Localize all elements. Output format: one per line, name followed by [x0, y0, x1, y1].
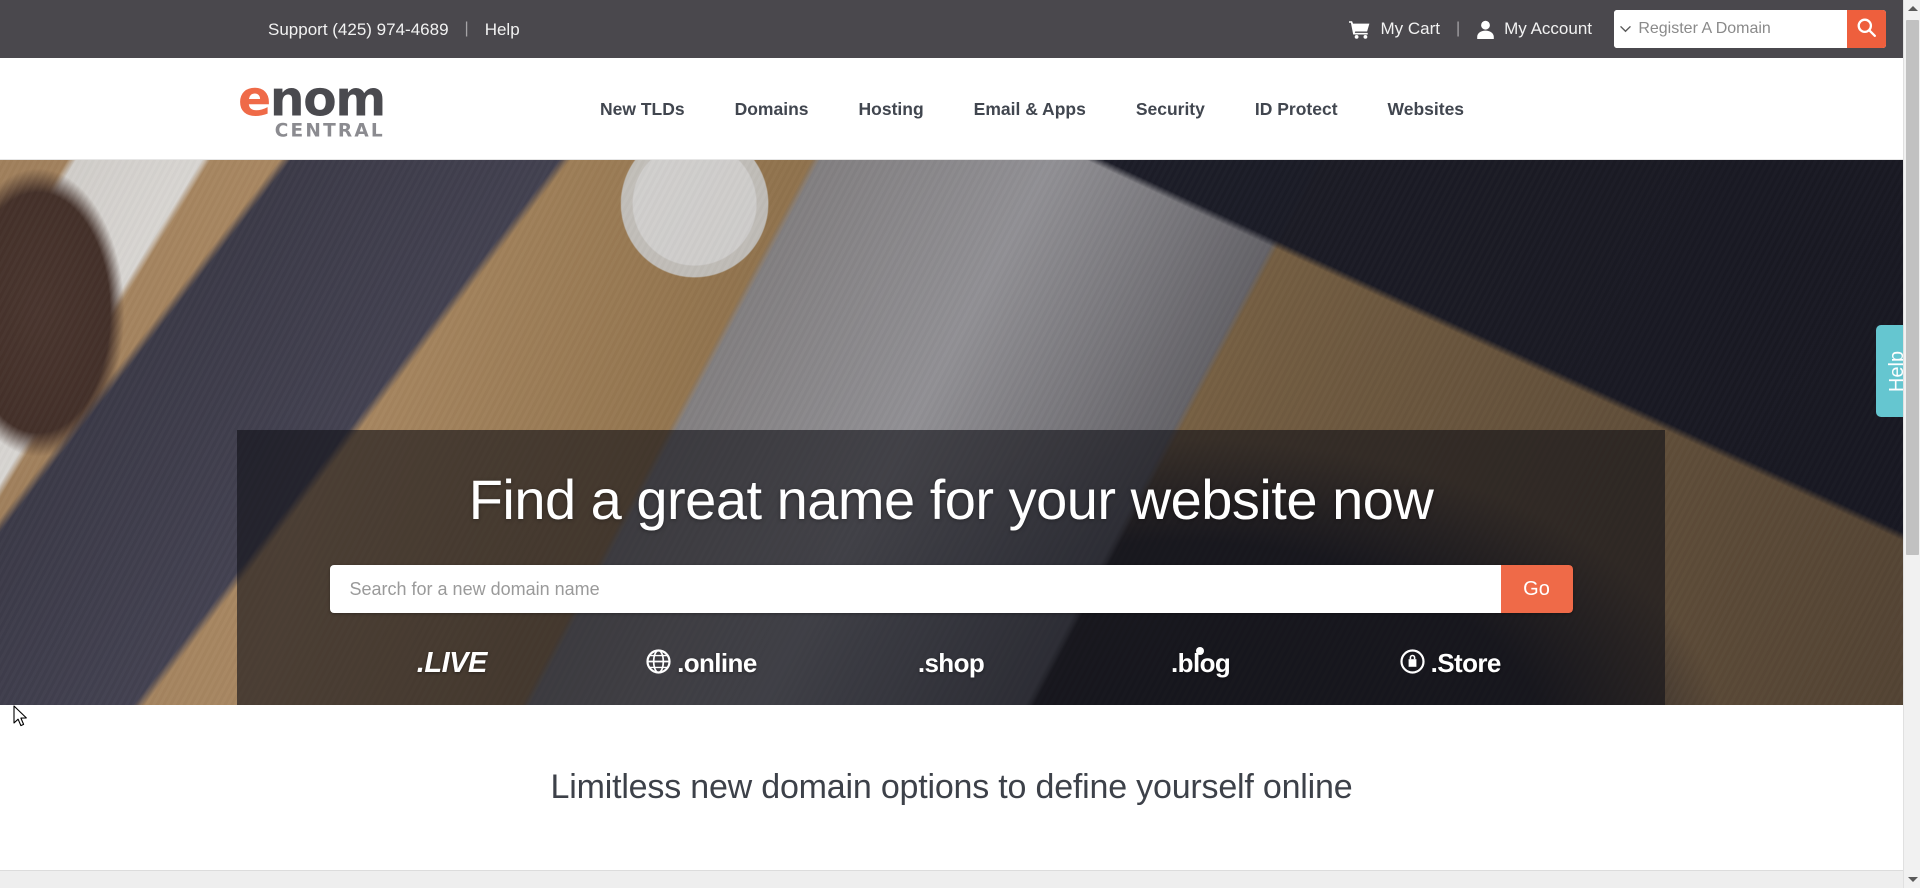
hero-overlay-panel: Find a great name for your website now G…: [237, 430, 1665, 705]
tld-item-blog[interactable]: .blog: [1076, 647, 1326, 679]
tld-item-live[interactable]: .LIVE: [327, 647, 577, 680]
section-heading-limitless: Limitless new domain options to define y…: [550, 768, 1353, 806]
nav-item-websites[interactable]: Websites: [1363, 99, 1490, 120]
tld-label-store: .Store: [1430, 648, 1502, 679]
support-phone-link[interactable]: Support (425) 974-4689: [268, 21, 449, 38]
nav-item-hosting[interactable]: Hosting: [834, 99, 949, 120]
search-icon: [1857, 18, 1877, 40]
scrollbar-thumb[interactable]: [1906, 20, 1919, 555]
my-cart-link[interactable]: My Cart: [1349, 19, 1440, 39]
topbar-separator-2: |: [1455, 20, 1461, 37]
logo-letter-e: e: [238, 70, 271, 128]
tld-item-store[interactable]: .Store: [1325, 648, 1575, 679]
globe-icon: [646, 649, 671, 679]
register-domain-input[interactable]: [1636, 10, 1848, 48]
main-nav-bar: enom CENTRAL New TLDs Domains Hosting Em…: [0, 58, 1903, 160]
tld-item-shop[interactable]: .shop: [826, 648, 1076, 679]
topbar-search-button[interactable]: [1847, 10, 1886, 48]
hero-section: Find a great name for your website now G…: [0, 160, 1903, 705]
page-root: Support (425) 974-4689 | Help My Cart | …: [0, 0, 1920, 888]
user-icon: [1476, 20, 1495, 39]
scroll-down-arrow-icon[interactable]: [1904, 871, 1920, 888]
enom-central-logo[interactable]: enom CENTRAL: [238, 74, 386, 141]
logo-text-nom: nom: [269, 70, 387, 128]
my-cart-label: My Cart: [1380, 19, 1440, 38]
tld-label-shop: .shop: [917, 648, 985, 679]
nav-item-security[interactable]: Security: [1111, 99, 1230, 120]
footer-strip: [0, 870, 1903, 888]
browser-viewport: Support (425) 974-4689 | Help My Cart | …: [0, 0, 1903, 888]
topbar-separator: |: [464, 20, 469, 37]
hero-headline: Find a great name for your website now: [468, 468, 1434, 531]
nav-item-new-tlds[interactable]: New TLDs: [575, 99, 710, 120]
my-account-label: My Account: [1504, 19, 1592, 38]
topbar-right-group: My Cart | My Account: [1349, 0, 1886, 58]
tld-label-blog: .blog: [1171, 647, 1231, 679]
below-hero-section: Limitless new domain options to define y…: [0, 705, 1903, 870]
hero-domain-search-input[interactable]: [329, 565, 1501, 614]
hero-domain-search: Go: [329, 565, 1573, 614]
my-account-link[interactable]: My Account: [1476, 19, 1592, 39]
scroll-up-arrow-icon[interactable]: [1904, 0, 1920, 17]
featured-tld-list: .LIVE .online .shop .blog .Store: [237, 647, 1665, 680]
tld-item-online[interactable]: .online: [577, 648, 827, 679]
top-utility-bar: Support (425) 974-4689 | Help My Cart | …: [0, 0, 1903, 58]
chevron-down-icon[interactable]: [1614, 10, 1637, 48]
nav-item-id-protect[interactable]: ID Protect: [1230, 99, 1363, 120]
tld-label-live: .LIVE: [416, 647, 488, 680]
shopping-cart-icon: [1349, 20, 1371, 39]
help-link[interactable]: Help: [485, 21, 520, 38]
nav-item-email-apps[interactable]: Email & Apps: [949, 99, 1111, 120]
store-bag-icon: [1400, 649, 1425, 679]
tld-label-online: .online: [677, 648, 757, 679]
topbar-domain-search: [1614, 10, 1886, 48]
primary-navigation: New TLDs Domains Hosting Email & Apps Se…: [575, 58, 1489, 160]
nav-item-domains[interactable]: Domains: [710, 99, 834, 120]
hero-go-button[interactable]: Go: [1500, 565, 1573, 614]
vertical-scrollbar[interactable]: [1903, 0, 1920, 888]
topbar-left-group: Support (425) 974-4689 | Help: [268, 0, 520, 58]
